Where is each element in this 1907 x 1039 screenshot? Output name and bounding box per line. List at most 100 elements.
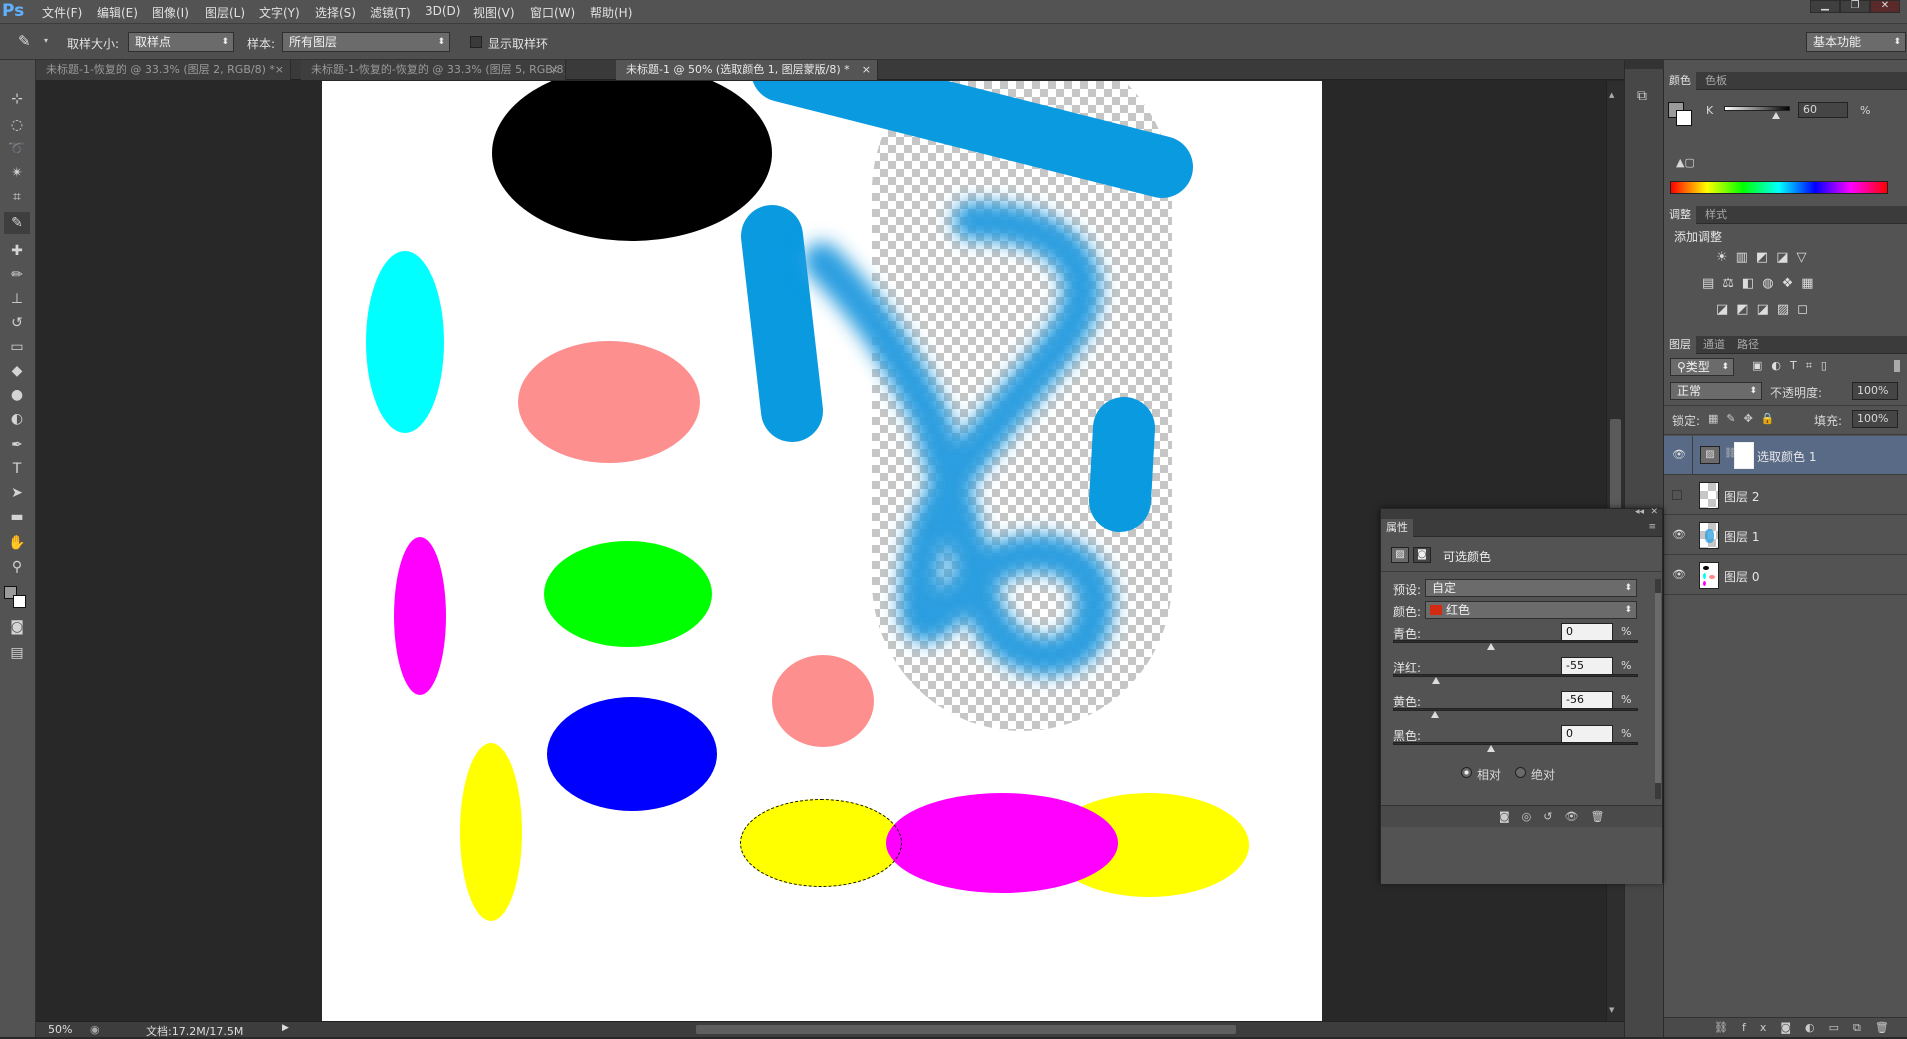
status-menu-arrow-icon[interactable]: ▶ [282,1023,289,1033]
tab-paths[interactable]: 路径 [1732,336,1764,354]
restore-button[interactable]: ❐ [1840,0,1870,13]
k-slider-track[interactable] [1724,106,1790,111]
cyan-slider-thumb[interactable] [1487,643,1495,650]
menu-file[interactable]: 文件(F) [42,4,82,21]
lasso-tool-icon[interactable]: ➰ [4,138,30,160]
hand-tool-icon[interactable]: ✋ [4,532,30,554]
blend-mode-dropdown[interactable]: 正常 ⬍ [1670,382,1762,400]
menu-layer[interactable]: 图层(L) [205,4,245,21]
filter-toggle-switch[interactable] [1894,360,1900,372]
show-sampling-ring-checkbox[interactable] [470,36,482,48]
tool-preset-arrow-icon[interactable]: ▾ [44,36,48,45]
zoom-tool-icon[interactable]: ⚲ [4,556,30,578]
fill-input[interactable]: 100% [1852,410,1898,428]
close-icon[interactable]: × [275,60,284,80]
panel-menu-icon[interactable]: ≡ [1648,522,1656,532]
magenta-input[interactable]: -55 [1561,657,1613,675]
menu-select[interactable]: 选择(S) [315,4,356,21]
layer-mask-thumbnail[interactable] [1734,442,1754,469]
tab-channels[interactable]: 通道 [1698,336,1730,354]
close-icon[interactable]: × [862,60,871,80]
mask-icon[interactable]: ◙ [1413,547,1431,563]
eyedropper-tool-icon[interactable]: ✎ [18,32,31,50]
layer-row-layer-1[interactable]: 👁 图层 1 [1664,516,1907,555]
black-slider-track[interactable] [1393,742,1638,745]
visibility-off-box[interactable] [1672,490,1682,500]
marching-ants-selection[interactable] [740,799,902,887]
menu-window[interactable]: 窗口(W) [530,4,575,21]
path-selection-tool-icon[interactable]: ➤ [4,482,30,504]
absolute-radio[interactable] [1515,767,1526,778]
crop-tool-icon[interactable]: ⌗ [4,186,30,208]
healing-brush-tool-icon[interactable]: ✚ [4,240,30,262]
yellow-slider-thumb[interactable] [1431,711,1439,718]
cyan-input[interactable]: 0 [1561,623,1613,641]
colors-dropdown[interactable]: 红色 ⬍ [1425,601,1637,619]
layer-row-layer-0[interactable]: 👁 图层 0 [1664,556,1907,595]
tab-color[interactable]: 颜色 [1664,72,1696,90]
layer-filter-icons[interactable]: ▣◐T⌗▯ [1752,359,1836,373]
black-input[interactable]: 0 [1561,725,1613,743]
layer-row-selective-color[interactable]: 👁 ▨ ⛓ 选取颜色 1 [1664,436,1907,475]
collapse-icon[interactable]: ◂◂ [1635,507,1644,517]
panel-title-bar[interactable]: ◂◂ ✕ [1381,507,1662,519]
eraser-tool-icon[interactable]: ▭ [4,336,30,358]
cyan-slider-track[interactable] [1393,640,1638,643]
menu-image[interactable]: 图像(I) [152,4,189,21]
scroll-up-arrow-icon[interactable]: ▲ [1609,91,1614,99]
document-tab-1[interactable]: 未标题-1-恢复的 @ 33.3% (图层 2, RGB/8) * × [36,60,291,80]
dodge-tool-icon[interactable]: ◐ [4,408,30,430]
blur-tool-icon[interactable]: ● [4,384,30,406]
history-brush-tool-icon[interactable]: ↺ [4,312,30,334]
marquee-tool-icon[interactable]: ◌ [4,114,30,136]
brush-tool-icon[interactable]: ✏ [4,264,30,286]
close-icon[interactable]: × [550,60,559,80]
pen-tool-icon[interactable]: ✒ [4,434,30,456]
move-tool-icon[interactable]: ⊹ [4,88,30,110]
workspace-dropdown[interactable]: 基本功能 ⬍ [1806,32,1906,52]
color-spectrum-ramp[interactable] [1670,181,1888,194]
tab-adjustments[interactable]: 调整 [1664,206,1696,224]
tab-layers[interactable]: 图层 [1664,336,1696,354]
menu-type[interactable]: 文字(Y) [259,4,300,21]
visibility-eye-icon[interactable]: 👁 [1672,568,1686,581]
black-slider-thumb[interactable] [1487,745,1495,752]
document-canvas[interactable] [322,81,1322,1021]
quick-mask-icon[interactable]: ◙ [4,616,30,638]
opacity-input[interactable]: 100% [1852,382,1898,400]
minimize-button[interactable]: ▁ [1810,0,1840,13]
preset-dropdown[interactable]: 自定 ⬍ [1425,579,1637,597]
k-slider-thumb[interactable] [1772,112,1780,119]
adjustment-icons-row-2[interactable]: ▤⚖◧◍❖▦ [1702,276,1822,291]
horizontal-scroll-thumb[interactable] [696,1025,1236,1034]
scroll-down-arrow-icon[interactable]: ▼ [1609,1006,1614,1014]
tab-properties[interactable]: 属性 [1381,519,1413,537]
close-button[interactable]: ✕ [1870,0,1900,13]
yellow-input[interactable]: -56 [1561,691,1613,709]
history-panel-icon[interactable]: ⧉ [1637,88,1647,104]
magenta-slider-track[interactable] [1393,674,1638,677]
paint-bucket-tool-icon[interactable]: ◆ [4,360,30,382]
properties-scroll-thumb[interactable] [1655,593,1661,783]
relative-radio[interactable] [1461,767,1472,778]
menu-view[interactable]: 视图(V) [473,4,515,21]
layer-row-layer-2[interactable]: 图层 2 [1664,476,1907,515]
tab-styles[interactable]: 样式 [1700,206,1732,224]
document-tab-3[interactable]: 未标题-1 @ 50% (选取颜色 1, 图层蒙版/8) * × [616,60,878,80]
tab-swatches[interactable]: 色板 [1700,72,1732,90]
visibility-eye-icon[interactable]: 👁 [1672,528,1686,541]
zoom-level[interactable]: 50% [48,1023,72,1036]
k-value-input[interactable]: 60 [1798,102,1848,118]
eyedropper-tool-icon[interactable]: ✎ [4,212,30,234]
sample-dropdown[interactable]: 所有图层 ⬍ [282,32,450,52]
screen-mode-icon[interactable]: ▤ [4,642,30,664]
clone-stamp-tool-icon[interactable]: ⊥ [4,288,30,310]
rectangle-tool-icon[interactable]: ▬ [4,506,30,528]
adjustment-icons-row-3[interactable]: ◪◩◪▨◻ [1716,302,1816,317]
menu-filter[interactable]: 滤镜(T) [370,4,411,21]
document-tab-2[interactable]: 未标题-1-恢复的-恢复的 @ 33.3% (图层 5, RGB/8) * × [301,60,566,80]
type-tool-icon[interactable]: T [4,458,30,480]
menu-help[interactable]: 帮助(H) [590,4,632,21]
adjustment-icons-row-1[interactable]: ☀▥◩◪▽ [1716,250,1815,265]
sample-size-dropdown[interactable]: 取样点 ⬍ [128,32,234,52]
